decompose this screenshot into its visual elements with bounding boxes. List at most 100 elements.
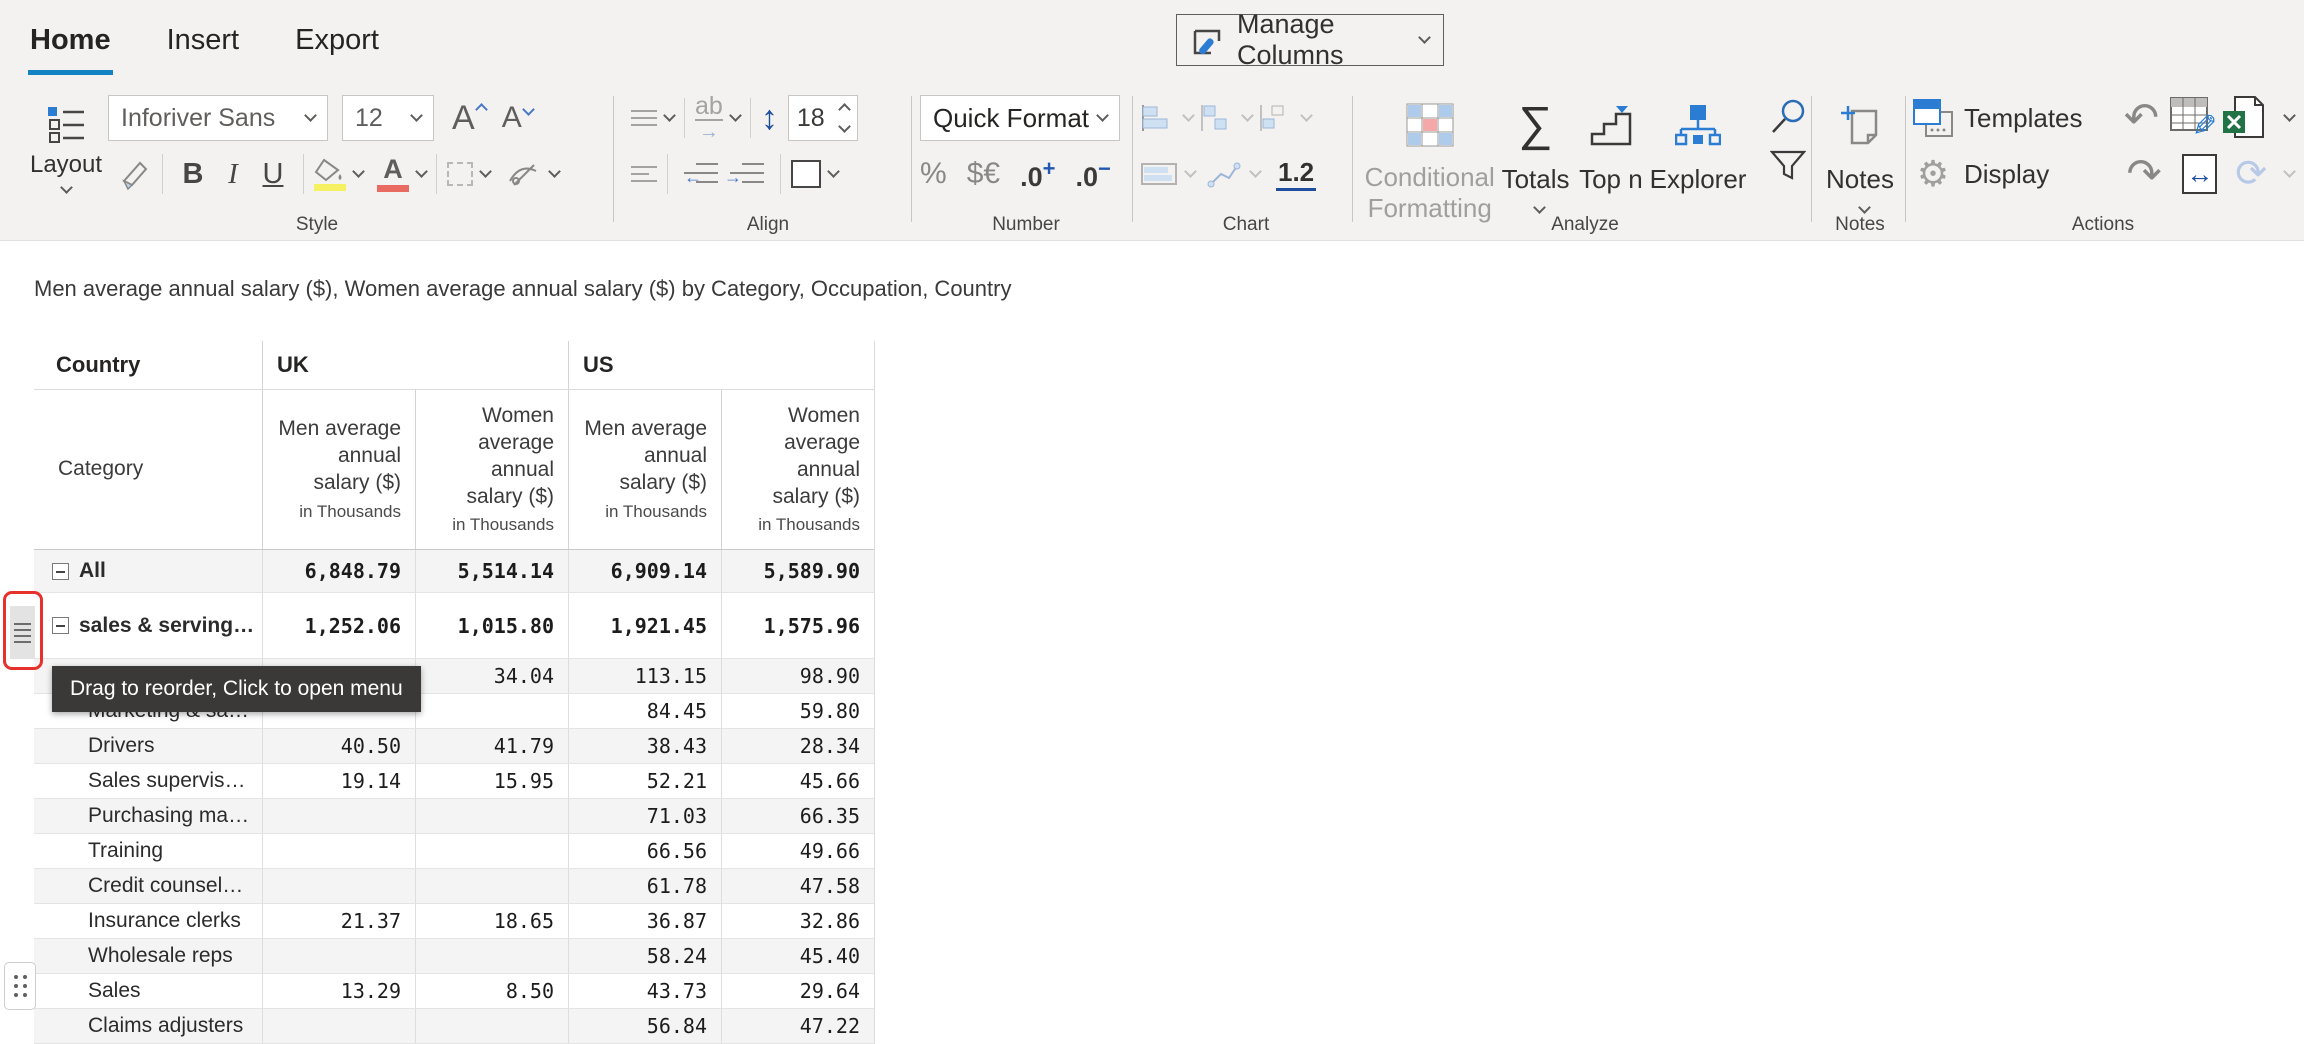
decrease-indent-button[interactable]: ← [678,161,724,187]
value-cell[interactable]: 66.56 [568,834,721,868]
value-cell[interactable]: 19.14 [262,764,415,798]
value-cell[interactable] [262,1009,415,1043]
font-color-button[interactable]: A [377,156,426,192]
explorer-button[interactable]: Explorer [1648,90,1748,195]
value-cell[interactable]: 40.50 [262,729,415,763]
undo-button[interactable]: ↶ [2120,97,2163,139]
display-button[interactable]: ⚙ Display [1912,153,2114,195]
combo-chart-button[interactable] [1258,103,1311,133]
value-cell[interactable] [262,869,415,903]
autofit-width-button[interactable]: ↔ [2182,154,2217,194]
value-cell[interactable]: 47.22 [721,1009,874,1043]
row-label-cell[interactable]: Wholesale reps [34,939,262,973]
value-cell[interactable]: 15.95 [415,764,568,798]
row-dimension-header[interactable]: Category [34,390,262,549]
top-n-button[interactable]: Top n [1574,90,1648,195]
row-label-cell[interactable]: Credit counsel… [34,869,262,903]
value-cell[interactable]: 71.03 [568,799,721,833]
row-label-cell[interactable]: Drivers [34,729,262,763]
value-cell[interactable]: 32.86 [721,904,874,938]
row-label-cell[interactable]: Training [34,834,262,868]
value-cell[interactable] [415,799,568,833]
measure-header-cell[interactable]: Women average annual salary ($) in Thous… [721,390,874,549]
value-cell[interactable]: 34.04 [415,659,568,693]
tab-home[interactable]: Home [30,24,111,75]
value-cell[interactable]: 1,921.45 [568,593,721,658]
value-cell[interactable]: 56.84 [568,1009,721,1043]
value-cell[interactable]: 61.78 [568,869,721,903]
measure-header-cell[interactable]: Men average annual salary ($) in Thousan… [568,390,721,549]
row-label-cell[interactable]: Sales supervis… [34,764,262,798]
value-cell[interactable]: 47.58 [721,869,874,903]
edit-grid-button[interactable]: ✎ [2169,96,2213,140]
country-header-us[interactable]: US [568,341,875,389]
value-cell[interactable]: 28.34 [721,729,874,763]
vertical-align-button[interactable] [631,105,674,131]
bar-chart-button[interactable] [1140,103,1193,133]
increase-decimal-button[interactable]: .0+ [1020,156,1055,193]
filter-button[interactable] [1770,150,1808,182]
search-button[interactable] [1770,98,1808,136]
merge-cells-button[interactable] [791,160,838,188]
value-cell[interactable]: 6,909.14 [568,550,721,592]
export-excel-button[interactable] [2219,95,2271,141]
value-cell[interactable] [262,834,415,868]
value-cell[interactable]: 41.79 [415,729,568,763]
value-cell[interactable]: 18.65 [415,904,568,938]
totals-button[interactable]: ∑ Totals [1497,90,1573,212]
collapse-icon[interactable] [52,563,69,580]
increase-indent-button[interactable]: → [724,161,770,187]
underline-button[interactable]: U [253,158,293,191]
value-cell[interactable]: 1,575.96 [721,593,874,658]
row-label-cell[interactable]: Sales [34,974,262,1008]
value-cell[interactable]: 66.35 [721,799,874,833]
percent-button[interactable]: % [920,157,947,191]
decrease-decimal-button[interactable]: .0− [1075,156,1110,193]
italic-button[interactable]: I [213,158,253,191]
value-cell[interactable] [415,869,568,903]
measure-header-cell[interactable]: Women average annual salary ($) in Thous… [415,390,568,549]
fill-color-button[interactable] [314,158,363,191]
stepper-up[interactable] [838,103,851,116]
bold-button[interactable]: B [173,158,213,191]
row-label-cell[interactable]: All [34,550,262,592]
tab-insert[interactable]: Insert [167,24,240,75]
value-cell[interactable]: 45.40 [721,939,874,973]
value-cell[interactable] [262,939,415,973]
borders-button[interactable] [447,162,490,186]
increase-font-button[interactable]: A [452,99,486,138]
templates-button[interactable]: Templates [1912,98,2114,138]
value-cell[interactable]: 43.73 [568,974,721,1008]
row-drag-handle-icon[interactable] [10,606,35,659]
decrease-font-button[interactable]: A [502,101,533,135]
row-label-cell[interactable]: Claims adjusters [34,1009,262,1043]
redo-button[interactable]: ↷ [2120,153,2168,195]
value-cell[interactable]: 49.66 [721,834,874,868]
measure-header-cell[interactable]: Men average annual salary ($) in Thousan… [262,390,415,549]
value-cell[interactable] [415,834,568,868]
value-cell[interactable] [415,939,568,973]
value-cell[interactable] [415,1009,568,1043]
row-label-cell[interactable]: Purchasing ma… [34,799,262,833]
value-cell[interactable]: 1,015.80 [415,593,568,658]
refresh-button[interactable]: ⟳ [2231,155,2271,193]
data-bars-button[interactable] [1140,160,1195,188]
value-cell[interactable]: 52.21 [568,764,721,798]
value-cell[interactable]: 13.29 [262,974,415,1008]
grip-dots-icon[interactable] [4,962,36,1010]
row-label-cell[interactable]: sales & serving… [34,593,262,658]
value-cell[interactable] [262,799,415,833]
value-cell[interactable] [415,694,568,728]
collapse-icon[interactable] [52,617,69,634]
value-cell[interactable]: 38.43 [568,729,721,763]
value-cell[interactable]: 5,514.14 [415,550,568,592]
notes-button[interactable]: Notes [1816,90,1904,212]
value-cell[interactable]: 6,848.79 [262,550,415,592]
clear-format-button[interactable] [506,161,559,187]
value-cell[interactable]: 5,589.90 [721,550,874,592]
format-painter-button[interactable] [118,157,152,191]
value-cell[interactable]: 98.90 [721,659,874,693]
layout-button[interactable]: Layout [24,90,108,202]
font-size-select[interactable]: 12 [342,95,434,141]
value-cell[interactable]: 8.50 [415,974,568,1008]
